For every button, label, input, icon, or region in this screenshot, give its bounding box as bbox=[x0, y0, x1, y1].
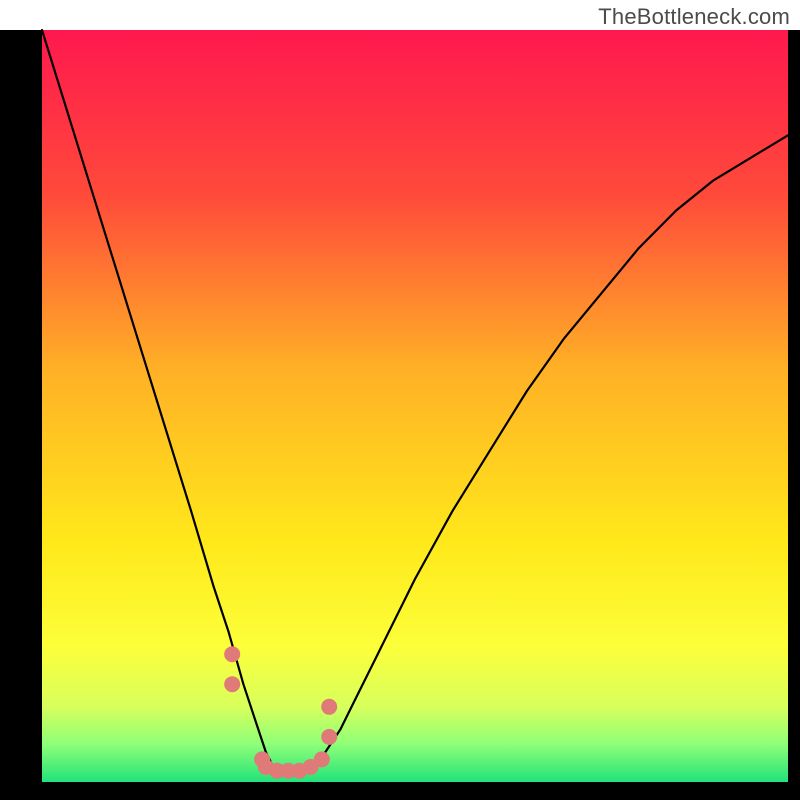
watermark-text: TheBottleneck.com bbox=[598, 4, 790, 30]
bottleneck-curve-chart bbox=[0, 0, 800, 800]
curve-marker bbox=[224, 646, 240, 662]
curve-marker bbox=[321, 699, 337, 715]
chart-container: TheBottleneck.com bbox=[0, 0, 800, 800]
curve-marker bbox=[321, 729, 337, 745]
curve-marker bbox=[224, 676, 240, 692]
curve-marker bbox=[314, 751, 330, 767]
